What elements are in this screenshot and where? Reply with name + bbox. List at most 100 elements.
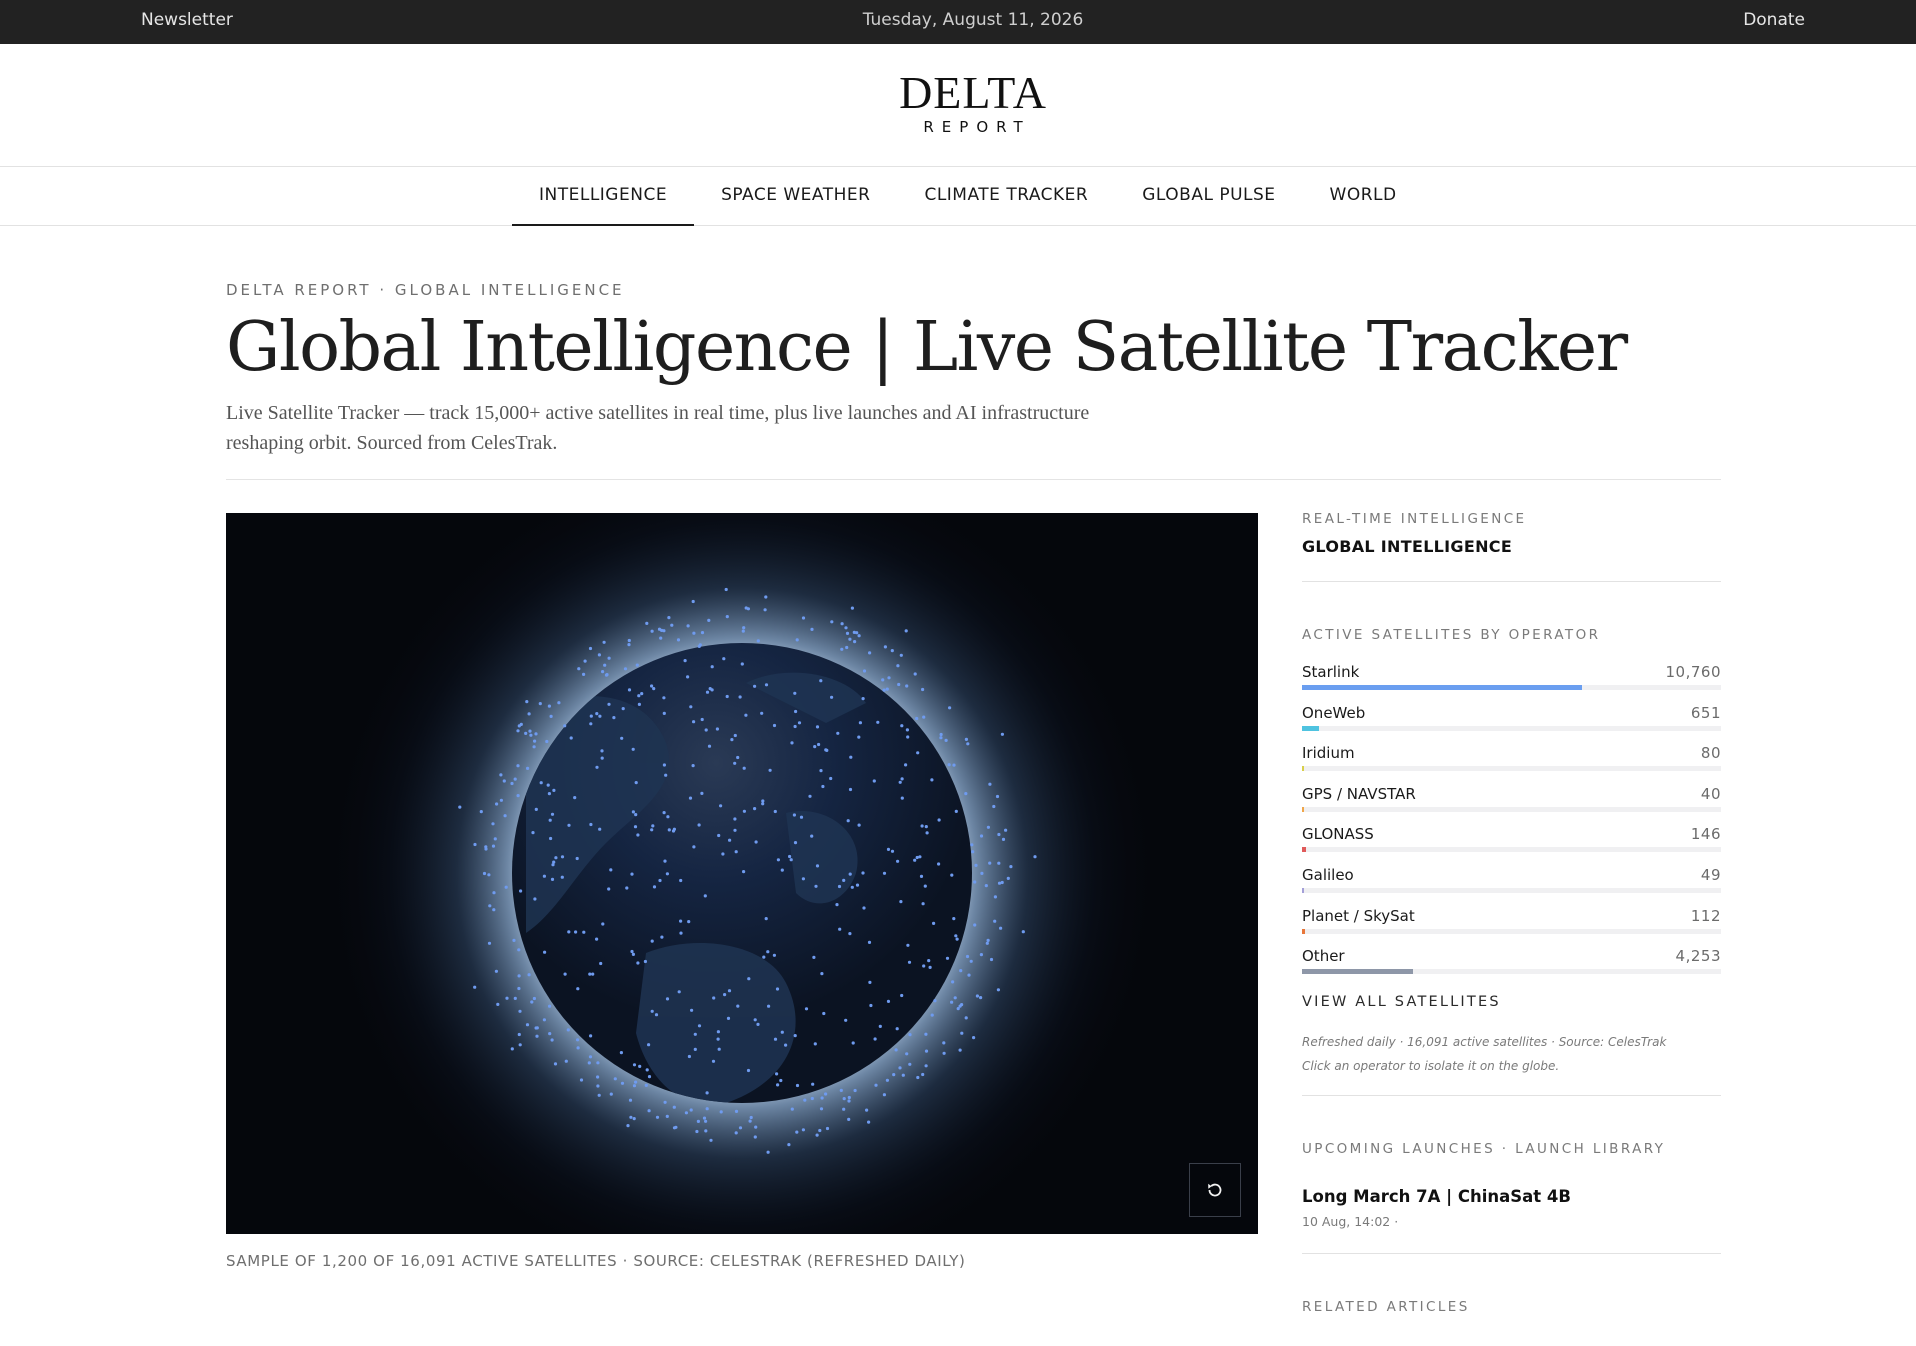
satellite-dot: [712, 996, 716, 1000]
satellite-dot: [790, 1107, 794, 1111]
satellite-dot: [922, 715, 926, 719]
nav-climate-tracker[interactable]: CLIMATE TRACKER: [897, 167, 1115, 226]
operator-row[interactable]: Iridium 80: [1302, 744, 1721, 785]
operator-row[interactable]: Other 4,253: [1302, 947, 1721, 988]
operator-name: OneWeb: [1302, 703, 1366, 722]
operator-bar-fill: [1302, 806, 1304, 812]
satellite-dot: [820, 1096, 824, 1100]
globe-canvas[interactable]: [226, 513, 1258, 1234]
satellite-dot: [654, 1013, 659, 1017]
satellite-dot: [652, 885, 657, 889]
satellite-dot: [645, 1068, 649, 1072]
satellite-dot: [865, 1108, 869, 1112]
satellite-dot: [930, 778, 934, 782]
satellite-dot: [897, 682, 901, 687]
operator-bar-fill: [1302, 685, 1583, 690]
satellite-dot: [719, 1110, 723, 1114]
satellite-dot: [862, 669, 867, 673]
satellite-dot: [768, 768, 772, 772]
operator-row[interactable]: GLONASS 146: [1302, 825, 1721, 866]
satellite-dot: [899, 900, 903, 904]
satellite-dot: [756, 1022, 760, 1026]
satellite-dot: [723, 993, 727, 997]
satellite-dot: [553, 1062, 558, 1066]
satellite-dot: [789, 858, 793, 862]
satellite-dot: [550, 1038, 554, 1042]
satellite-dot: [973, 923, 977, 927]
satellite-dot: [862, 906, 866, 910]
satellite-dot: [847, 1095, 851, 1100]
operator-name: Starlink: [1302, 663, 1360, 681]
satellite-dot: [853, 1088, 857, 1093]
satellite-dot: [513, 996, 517, 1000]
operator-count: 49: [1700, 865, 1721, 884]
satellite-dot: [842, 1107, 846, 1111]
satellite-dot: [711, 1059, 716, 1063]
satellite-dot: [857, 634, 861, 638]
satellite-dot: [873, 1037, 877, 1041]
satellite-dot: [799, 815, 804, 819]
satellite-dot: [825, 748, 829, 752]
satellite-dot: [630, 872, 634, 876]
launch-item-title[interactable]: Long March 7A | ChinaSat 4B: [1302, 1187, 1571, 1206]
launch-item-meta: 10 Aug, 14:02 ·: [1302, 1214, 1399, 1229]
satellite-dot: [487, 873, 491, 877]
satellite-dot: [1001, 837, 1006, 841]
nav-global-pulse[interactable]: GLOBAL PULSE: [1115, 167, 1302, 226]
satellite-dot: [588, 1055, 593, 1059]
satellite-dot: [733, 817, 737, 821]
launches-heading: UPCOMING LAUNCHES · LAUNCH LIBRARY: [1302, 1141, 1666, 1157]
satellite-dot: [840, 647, 844, 651]
operator-row[interactable]: Starlink 10,760: [1302, 663, 1721, 704]
satellite-dot: [842, 1097, 846, 1101]
satellite-dot: [979, 834, 984, 838]
operator-bar-track: [1302, 685, 1721, 690]
satellite-dot: [601, 922, 605, 926]
satellite-dot: [583, 659, 587, 663]
operator-bar-track: [1302, 887, 1721, 893]
satellite-dot: [930, 1013, 934, 1017]
nav-space-weather[interactable]: SPACE WEATHER: [694, 167, 897, 226]
satellite-dot: [637, 694, 641, 698]
view-all-satellites-link[interactable]: VIEW ALL SATELLITES: [1302, 994, 1501, 1010]
satellite-dot: [650, 939, 654, 943]
satellite-dot: [839, 1088, 843, 1092]
satellite-globe[interactable]: [226, 513, 1258, 1234]
satellite-dot: [969, 959, 973, 963]
nav-world[interactable]: WORLD: [1303, 167, 1424, 226]
operator-row[interactable]: GPS / NAVSTAR 40: [1302, 785, 1721, 826]
satellite-dot: [792, 813, 797, 817]
operator-row[interactable]: Planet / SkySat 112: [1302, 907, 1721, 948]
satellite-dot: [1000, 880, 1004, 885]
operator-bar-fill: [1302, 766, 1305, 772]
satellite-dot: [643, 959, 647, 964]
satellite-dot: [924, 1049, 929, 1053]
satellite-dot: [550, 812, 555, 816]
satellite-dot: [684, 1111, 688, 1115]
satellite-dot: [819, 679, 823, 683]
operator-row[interactable]: Galileo 49: [1302, 866, 1721, 907]
nav-intelligence[interactable]: INTELLIGENCE: [512, 167, 695, 226]
satellite-dot: [846, 819, 850, 823]
satellite-dot: [698, 643, 702, 647]
satellite-dot: [605, 673, 609, 677]
satellite-dot: [766, 1150, 770, 1154]
satellite-dot: [667, 616, 671, 620]
satellite-dot: [928, 965, 932, 969]
satellite-dot: [567, 823, 571, 827]
satellite-dot: [895, 1027, 899, 1031]
reset-view-button[interactable]: [1189, 1163, 1241, 1217]
satellite-dot: [662, 763, 666, 767]
satellite-dot: [852, 630, 856, 634]
satellite-dot: [925, 831, 929, 835]
satellite-dot: [595, 937, 599, 941]
satellite-dot: [853, 640, 857, 644]
satellite-dot: [479, 810, 483, 814]
satellite-dot: [848, 637, 852, 641]
donate-link[interactable]: Donate: [1743, 10, 1805, 30]
operator-row[interactable]: OneWeb 651: [1302, 704, 1721, 745]
satellite-dot: [677, 990, 681, 994]
satellite-dot: [458, 805, 462, 809]
satellite-dot: [695, 1129, 699, 1134]
site-logo[interactable]: DELTA REPORT: [0, 70, 1916, 137]
